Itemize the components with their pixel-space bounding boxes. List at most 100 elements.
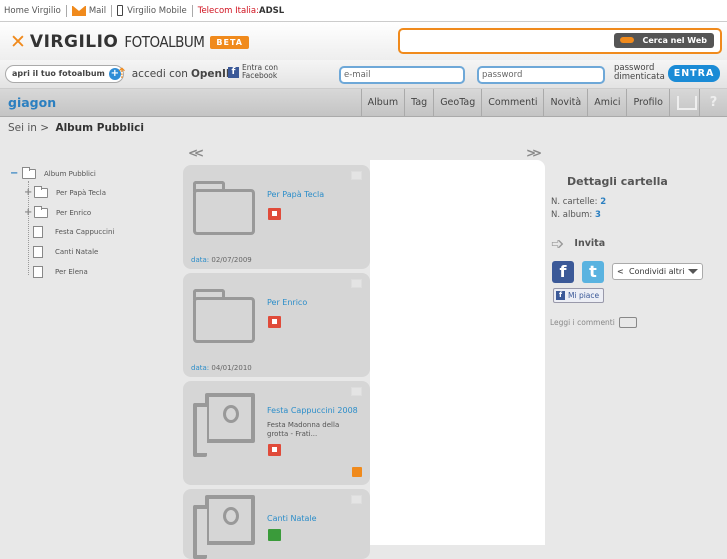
album-page-icon: [33, 226, 43, 238]
beta-badge: BETA: [210, 35, 249, 49]
tree-node-root[interactable]: − Album Pubblici: [10, 166, 96, 179]
folder-icon: [193, 181, 255, 235]
photo-frame: [193, 505, 207, 559]
tree-node[interactable]: Per Elena: [33, 266, 88, 278]
openid-login[interactable]: ⇡ accedi con OpenID: [116, 66, 235, 82]
album-date: data: 04/01/2010: [191, 364, 252, 372]
edit-icon[interactable]: [351, 495, 362, 504]
folder-thumbnail[interactable]: [191, 289, 255, 347]
search-web-button[interactable]: Cerca nel Web: [614, 33, 714, 48]
logo-mark-icon: ✕: [10, 31, 26, 53]
collapse-left-icon[interactable]: <<: [188, 146, 204, 160]
tree-node-label: Per Papà Tecla: [56, 188, 107, 197]
tab-geotag[interactable]: GeoTag: [433, 89, 481, 117]
read-comments-link[interactable]: Leggi i commenti: [550, 317, 637, 328]
photo-thumbnail[interactable]: [191, 393, 255, 457]
mail-label: Mail: [88, 5, 107, 16]
album-title[interactable]: Per Enrico: [267, 298, 307, 307]
invite-button[interactable]: ➩ Invita: [551, 234, 605, 253]
like-label: Mi piace: [568, 291, 600, 300]
photo-thumbnail[interactable]: [191, 495, 255, 559]
album-count-value: 3: [594, 210, 601, 220]
album-title[interactable]: Per Papà Tecla: [267, 190, 324, 199]
open-album-label: apri il tuo fotoalbum: [12, 69, 105, 78]
expand-plus-icon: +: [24, 187, 33, 198]
enter-button[interactable]: ENTRA: [668, 65, 720, 82]
collapse-right-icon[interactable]: >>: [526, 146, 542, 160]
logo-sub-text: FOTOALBUM: [124, 33, 205, 51]
openid-icon: ⇡: [116, 66, 128, 82]
username-link[interactable]: giagon: [8, 95, 56, 110]
tab-album[interactable]: Album: [360, 89, 404, 117]
details-title: Dettagli cartella: [567, 175, 668, 188]
edit-icon[interactable]: [351, 387, 362, 396]
folder-icon: [193, 289, 255, 343]
mail-icon: [71, 5, 86, 16]
breadcrumb-prefix: Sei in: [8, 122, 37, 134]
nav-tabs: Album Tag GeoTag Commenti Novità Amici P…: [360, 89, 727, 117]
tree-root-label: Album Pubblici: [44, 169, 96, 178]
twitter-share-icon[interactable]: t: [582, 261, 604, 283]
date-value: 02/07/2009: [211, 256, 252, 264]
photo-frame: [205, 495, 255, 545]
help-icon[interactable]: ?: [699, 89, 727, 117]
invite-label: Invita: [574, 238, 606, 249]
tab-tag[interactable]: Tag: [404, 89, 433, 117]
album-card[interactable]: Per Papà Tecla data: 02/07/2009: [183, 165, 370, 269]
adsl-label: ADSL: [258, 5, 285, 16]
content-panel: [370, 160, 545, 545]
email-field[interactable]: e-mail: [339, 66, 465, 84]
album-title[interactable]: Festa Cappuccini 2008: [267, 406, 358, 415]
rss-icon[interactable]: [352, 467, 362, 477]
tab-profilo[interactable]: Profilo: [626, 89, 669, 117]
album-title[interactable]: Canti Natale: [267, 514, 317, 523]
tree-node-label: Per Enrico: [56, 208, 92, 217]
forgot-password-link[interactable]: password dimenticata: [614, 64, 666, 82]
tree-node[interactable]: Canti Natale: [33, 246, 98, 258]
folder-thumbnail[interactable]: [191, 181, 255, 239]
person-icon: [223, 405, 239, 423]
tree-node[interactable]: + Per Papà Tecla: [24, 185, 107, 198]
folder-count: N. cartelle: 2: [551, 197, 606, 207]
tab-commenti[interactable]: Commenti: [481, 89, 543, 117]
mobile-link[interactable]: Virgilio Mobile: [117, 5, 187, 16]
nav-bar: giagon Album Tag GeoTag Commenti Novità …: [0, 89, 727, 117]
password-field[interactable]: password: [477, 66, 605, 84]
tree-node[interactable]: + Per Enrico: [24, 205, 92, 218]
collapse-minus-icon: −: [10, 168, 19, 179]
folder-count-label: N. cartelle:: [551, 197, 598, 207]
expand-plus-icon: +: [24, 207, 33, 218]
album-card[interactable]: Festa Cappuccini 2008 Festa Madonna dell…: [183, 381, 370, 485]
facebook-login[interactable]: f Entra con Facebook: [228, 64, 288, 80]
telecom-label: Telecom Italia:: [197, 5, 259, 16]
edit-icon[interactable]: [351, 279, 362, 288]
facebook-like-button[interactable]: f Mi piace: [553, 288, 605, 303]
album-count-label: N. album:: [551, 210, 593, 220]
tab-novita[interactable]: Novità: [543, 89, 587, 117]
album-card[interactable]: Canti Natale: [183, 489, 370, 559]
date-label: data:: [191, 256, 210, 264]
album-count: N. album: 3: [551, 210, 601, 220]
site-logo[interactable]: ✕ VIRGILIO FOTOALBUM BETA: [10, 31, 249, 53]
openid-prefix: accedi con: [131, 68, 188, 80]
tree-node[interactable]: Festa Cappuccini: [33, 226, 114, 238]
tree-node-label: Per Elena: [55, 268, 88, 276]
album-list: Per Papà Tecla data: 02/07/2009 Per Enri…: [183, 165, 370, 559]
album-card[interactable]: Per Enrico data: 04/01/2010: [183, 273, 370, 377]
edit-icon[interactable]: [351, 171, 362, 180]
home-virgilio-link[interactable]: Home Virgilio: [4, 6, 61, 16]
search-input[interactable]: Cerca nel Web: [398, 28, 722, 54]
lock-icon: [268, 316, 281, 328]
mail-link[interactable]: Mail: [71, 5, 107, 16]
upload-icon[interactable]: [669, 89, 699, 117]
open-album-button[interactable]: apri il tuo fotoalbum +: [5, 65, 124, 83]
album-page-icon: [33, 246, 43, 258]
facebook-share-icon[interactable]: f: [552, 261, 574, 283]
group-icon: [268, 529, 281, 541]
mobile-label: Virgilio Mobile: [127, 5, 187, 16]
breadcrumb-current: Album Pubblici: [55, 122, 144, 134]
tab-amici[interactable]: Amici: [587, 89, 626, 117]
share-arrow-icon: ➩: [551, 234, 565, 253]
telecom-link[interactable]: Telecom Italia: ADSL: [198, 6, 284, 16]
share-more-dropdown[interactable]: Condividi altri: [612, 263, 703, 280]
